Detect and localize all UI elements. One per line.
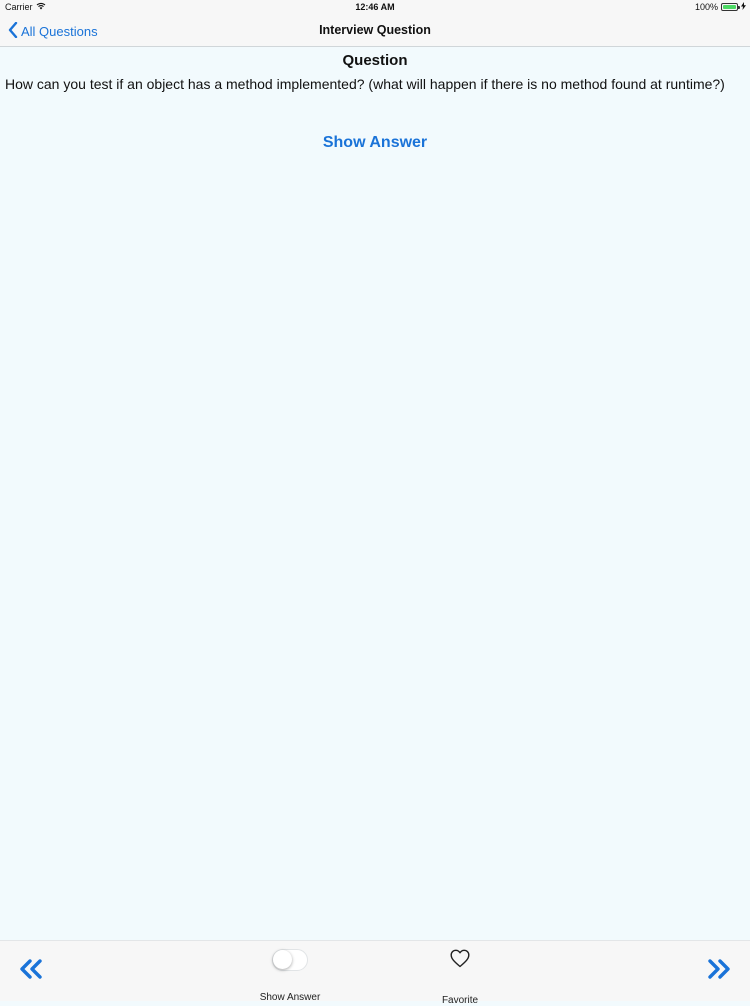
status-right: 100% — [695, 2, 746, 12]
status-time: 12:46 AM — [355, 2, 395, 12]
page-title: Interview Question — [319, 23, 431, 37]
favorite-item[interactable]: Favorite — [426, 949, 494, 1006]
favorite-label: Favorite — [441, 995, 479, 1006]
show-answer-toggle-item[interactable]: Show Answer — [254, 949, 326, 1003]
charging-bolt-icon — [741, 2, 746, 12]
question-content: Question How can you test if an object h… — [0, 47, 750, 152]
battery-percent: 100% — [694, 2, 718, 12]
show-answer-toggle-label: Show Answer — [259, 992, 321, 1003]
show-answer-toggle[interactable] — [272, 949, 308, 971]
previous-question-button[interactable] — [18, 959, 44, 984]
next-question-button[interactable] — [706, 959, 732, 984]
toggle-knob — [273, 950, 292, 969]
status-bar: Carrier 12:46 AM 100% — [0, 0, 750, 16]
question-text: How can you test if an object has a meth… — [5, 76, 725, 92]
battery-icon — [721, 3, 740, 11]
battery-fill — [723, 5, 736, 9]
battery-cap — [738, 6, 740, 9]
question-heading: Question — [342, 52, 408, 69]
show-answer-button[interactable]: Show Answer — [0, 134, 750, 152]
double-chevron-left-icon — [18, 959, 44, 983]
double-chevron-right-icon — [706, 959, 732, 983]
heart-outline-icon[interactable] — [450, 949, 470, 973]
navigation-bar: All Questions Interview Question — [0, 16, 750, 47]
bottom-toolbar: Show Answer Favorite — [0, 940, 750, 1006]
